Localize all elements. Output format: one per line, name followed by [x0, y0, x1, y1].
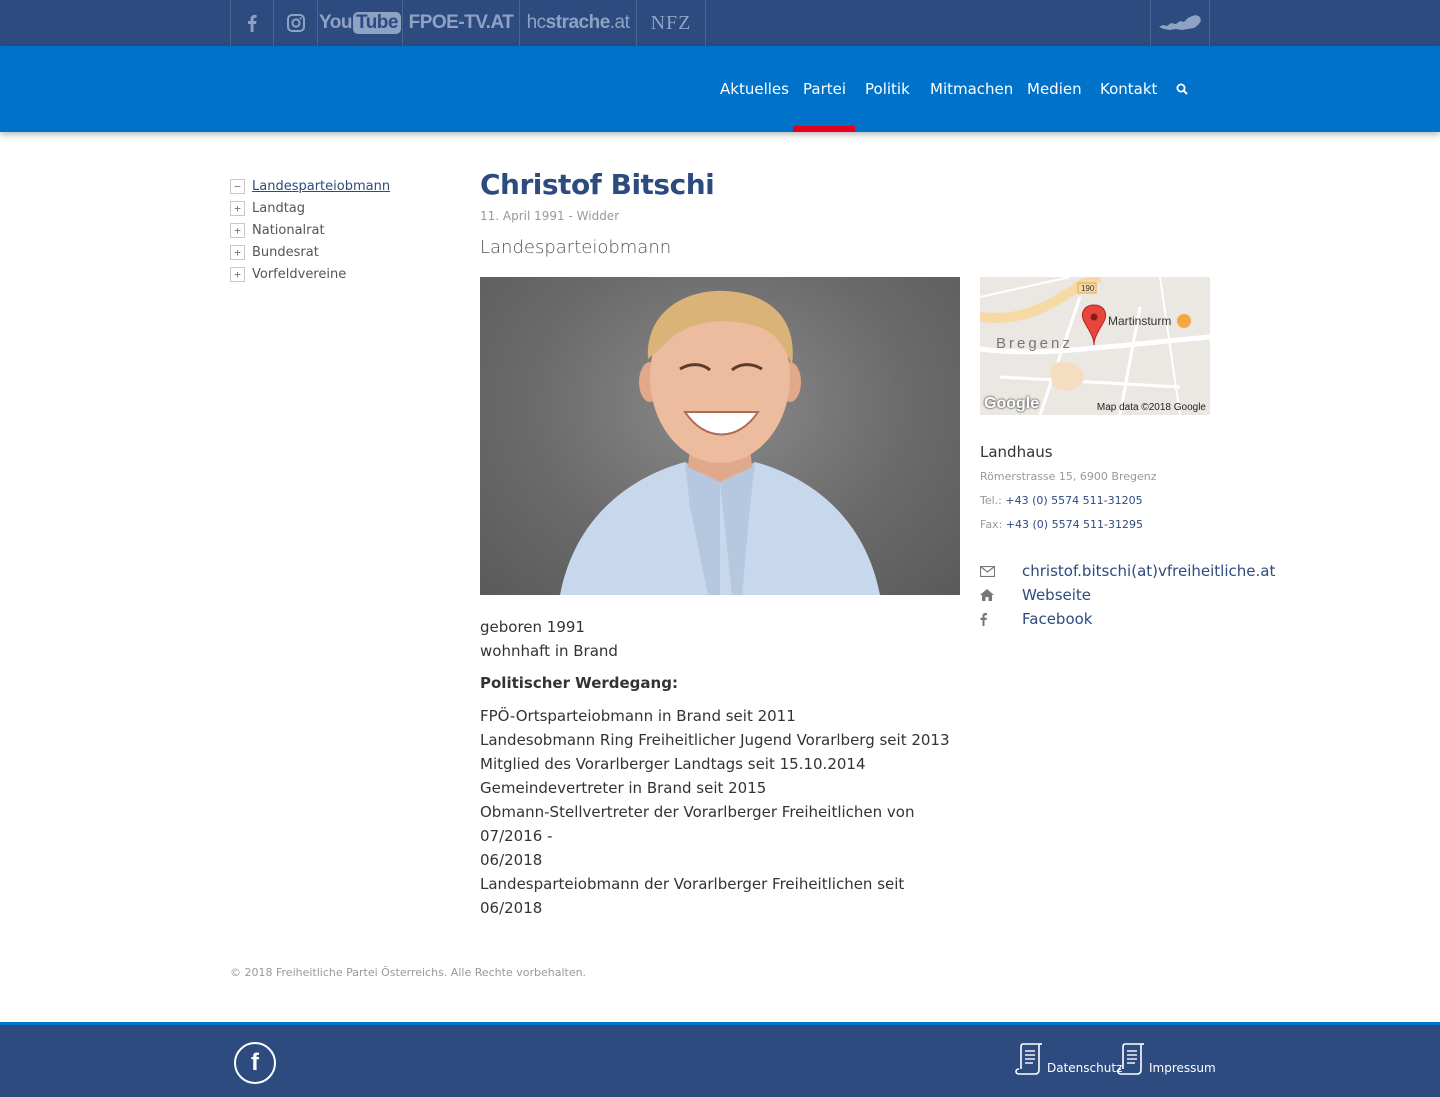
sidebar-item-bundesrat[interactable]: + Bundesrat: [230, 241, 450, 263]
map-attribution: Map data ©2018 Google: [1096, 402, 1206, 413]
instagram-link[interactable]: [273, 0, 318, 46]
phone-number[interactable]: +43 (0) 5574 511-31205: [1005, 494, 1142, 507]
hcstrache-logo: hcstrache.at: [526, 12, 630, 33]
office-name: Landhaus: [980, 443, 1053, 461]
expand-icon[interactable]: +: [230, 200, 245, 216]
sidebar-item-landesparteiobmann[interactable]: − Landesparteiobmann: [230, 175, 450, 197]
svg-text:190: 190: [1081, 284, 1095, 293]
facebook-icon: [248, 15, 257, 32]
office-street: Römerstrasse 15, 6900 Bregenz: [980, 470, 1157, 483]
page-title: Christof Bitschi: [480, 168, 715, 201]
document-icon: [1015, 1043, 1043, 1075]
nav-aktuelles[interactable]: Aktuelles: [720, 46, 789, 132]
email-link[interactable]: christof.bitschi(at)vfreiheitliche.at: [1022, 562, 1275, 580]
impressum-label[interactable]: Impressum: [1149, 1061, 1216, 1075]
sidebar-item-label[interactable]: Vorfeldvereine: [252, 267, 346, 282]
map-poi-label: Martinsturm: [1108, 314, 1172, 328]
sidebar-item-label[interactable]: Landesparteiobmann: [252, 179, 390, 194]
austria-map-link[interactable]: [1150, 0, 1210, 46]
footer: f Datenschutz Impressum: [0, 1022, 1440, 1097]
career-entry: 06/2018: [480, 851, 543, 869]
bio-intro: geboren 1991 wohnhaft in Brand: [480, 615, 970, 663]
career-entry: Mitglied des Vorarlberger Landtags seit …: [480, 755, 866, 773]
map-city-label: Bregenz: [996, 335, 1073, 352]
footer-facebook-button[interactable]: f: [234, 1042, 276, 1084]
career-entry: Gemeindevertreter in Brand seit 2015: [480, 779, 767, 797]
nav-mitmachen[interactable]: Mitmachen: [930, 46, 1013, 132]
facebook-icon: [980, 612, 1022, 626]
copyright-text: © 2018 Freiheitliche Partei Österreichs.…: [230, 966, 587, 979]
envelope-icon: [980, 565, 1022, 577]
contact-email[interactable]: christof.bitschi(at)vfreiheitliche.at: [980, 559, 1275, 583]
nav-medien[interactable]: Medien: [1027, 46, 1082, 132]
nav-politik[interactable]: Politik: [865, 46, 910, 132]
youtube-logo: You Tube: [319, 12, 401, 34]
fax-number: +43 (0) 5574 511-31295: [1005, 518, 1144, 531]
sidebar-item-label[interactable]: Bundesrat: [252, 245, 319, 260]
career-list: FPÖ-Ortsparteiobmann in Brand seit 2011 …: [480, 704, 970, 920]
bio-line: wohnhaft in Brand: [480, 642, 618, 660]
nfz-logo: NFZ: [650, 11, 692, 34]
facebook-link[interactable]: Facebook: [1022, 610, 1092, 628]
contact-website[interactable]: Webseite: [980, 583, 1091, 607]
expand-icon[interactable]: +: [230, 222, 245, 238]
role-subtitle: Landesparteiobmann: [480, 237, 672, 258]
youtube-link[interactable]: You Tube: [317, 0, 403, 46]
bio-line: geboren 1991: [480, 618, 585, 636]
nav-active-indicator: [793, 126, 855, 132]
home-icon: [980, 589, 1022, 601]
nfz-link[interactable]: NFZ: [636, 0, 706, 46]
career-heading: Politischer Werdegang:: [480, 674, 678, 692]
fpoe-tv-logo: FPOE-TV.AT: [408, 12, 514, 33]
career-entry: Landesobmann Ring Freiheitlicher Jugend …: [480, 731, 950, 749]
website-link[interactable]: Webseite: [1022, 586, 1091, 604]
nav-partei[interactable]: Partei: [803, 46, 846, 132]
contact-facebook[interactable]: Facebook: [980, 607, 1092, 631]
datenschutz-label[interactable]: Datenschutz: [1047, 1061, 1122, 1075]
sidebar-item-label[interactable]: Landtag: [252, 201, 305, 216]
collapse-icon[interactable]: −: [230, 178, 245, 194]
impressum-link[interactable]: Impressum: [1115, 1041, 1216, 1075]
hcstrache-link[interactable]: hcstrache.at: [519, 0, 637, 46]
search-icon: [1176, 83, 1188, 95]
portrait-photo: [480, 277, 960, 595]
sidebar-item-nationalrat[interactable]: + Nationalrat: [230, 219, 450, 241]
search-button[interactable]: [1176, 46, 1188, 132]
fax-label: Fax:: [980, 518, 1003, 531]
career-entry: FPÖ-Ortsparteiobmann in Brand seit 2011: [480, 707, 796, 725]
sidebar-menu: − Landesparteiobmann + Landtag + Nationa…: [230, 175, 450, 285]
fpoe-tv-link[interactable]: FPOE-TV.AT: [402, 0, 520, 46]
facebook-link[interactable]: [230, 0, 274, 46]
expand-icon[interactable]: +: [230, 266, 245, 282]
sidebar-item-vorfeldvereine[interactable]: + Vorfeldvereine: [230, 263, 450, 285]
office-fax: Fax: +43 (0) 5574 511-31295: [980, 518, 1143, 531]
google-logo: Google: [984, 395, 1040, 412]
top-bar: You Tube FPOE-TV.AT hcstrache.at NFZ: [0, 0, 1440, 46]
document-icon: [1117, 1043, 1145, 1075]
instagram-icon: [286, 14, 305, 32]
birth-date: 11. April 1991 - Widder: [480, 209, 620, 223]
sidebar-item-landtag[interactable]: + Landtag: [230, 197, 450, 219]
career-entry: Landesparteiobmann der Vorarlberger Frei…: [480, 875, 905, 917]
facebook-icon: f: [251, 1049, 259, 1076]
datenschutz-link[interactable]: Datenschutz: [1013, 1041, 1122, 1075]
main-navigation: Aktuelles Partei Politik Mitmachen Medie…: [0, 46, 1440, 132]
office-phone: Tel.: +43 (0) 5574 511-31205: [980, 494, 1143, 507]
phone-label: Tel.:: [980, 494, 1002, 507]
austria-map-icon: [1159, 15, 1201, 30]
sidebar-item-label[interactable]: Nationalrat: [252, 223, 325, 238]
expand-icon[interactable]: +: [230, 244, 245, 260]
career-entry: Obmann-Stellvertreter der Vorarlberger F…: [480, 803, 915, 845]
nav-kontakt[interactable]: Kontakt: [1100, 46, 1157, 132]
location-map[interactable]: 190 Bregenz Martinsturm Google Map data …: [980, 277, 1210, 415]
